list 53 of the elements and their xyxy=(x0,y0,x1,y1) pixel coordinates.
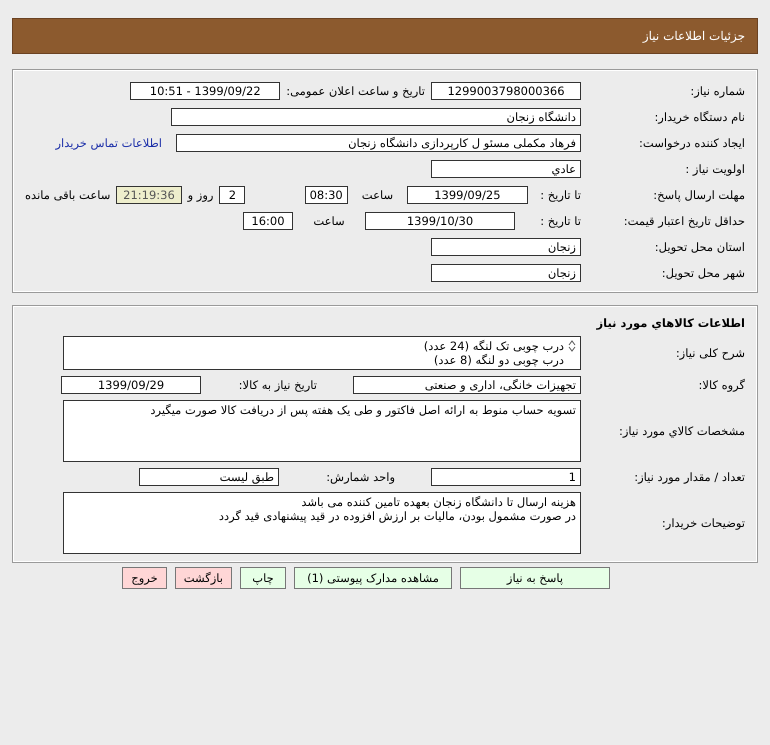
priority-field: عادي xyxy=(431,160,581,178)
page-title: جزئیات اطلاعات نیاز xyxy=(642,29,745,43)
notes-line: در صورت مشمول بودن، مالیات بر ارزش افزوده در قید پیشنهادی قید گردد xyxy=(218,509,576,523)
field-label: تاریخ نیاز به کالا: xyxy=(238,378,317,392)
field-label: تعداد / مقدار مورد نیاز: xyxy=(633,470,745,484)
field-label: حداقل تاریخ اعتبار قیمت: xyxy=(622,214,745,228)
deadline-time-field: 08:30 xyxy=(304,186,348,204)
field-label: توضیحات خریدار: xyxy=(660,516,745,530)
province-field: زنجان xyxy=(431,238,581,256)
field-label: ساعت xyxy=(312,214,346,228)
scroll-arrows-icon xyxy=(568,340,576,352)
buyer-field: دانشگاه زنجان xyxy=(171,108,581,126)
field-label: ساعت باقی مانده xyxy=(25,188,110,202)
unit-field: طبق لیست xyxy=(139,468,279,486)
specs-line: تسویه حساب منوط به ارائه اصل فاکتور و طی یک هفته پس از دریافت کالا صورت میگیرد xyxy=(149,403,576,417)
field-label: ساعت xyxy=(360,188,394,202)
field-label: روز و xyxy=(188,188,214,202)
deadline-date-field: 1399/09/25 xyxy=(407,186,528,204)
need-date-field: 1399/09/29 xyxy=(61,376,201,394)
action-button[interactable]: پاسخ به نیاز xyxy=(460,567,610,589)
quantity-field: 1 xyxy=(431,468,581,486)
days-field: 2 xyxy=(219,186,246,204)
field-label: مهلت ارسال پاسخ: xyxy=(652,188,745,202)
field-label: ایجاد کننده درخواست: xyxy=(638,136,745,150)
field-label: اولویت نیاز : xyxy=(684,162,745,176)
field-label: تا تاریخ : xyxy=(539,188,581,202)
field-label: شهر محل تحویل: xyxy=(660,266,745,280)
action-button[interactable]: بازگشت xyxy=(174,567,232,589)
field-label: شماره نیاز: xyxy=(689,84,745,98)
description-line: درب چوبی دو لنگه (8 عدد) xyxy=(432,353,564,367)
city-field: زنجان xyxy=(431,264,581,282)
announce-date-field: 1399/09/22 - 10:51 xyxy=(130,82,280,100)
field-label: نام دستگاه خریدار: xyxy=(653,110,745,124)
validity-date-field: 1399/10/30 xyxy=(365,212,515,230)
need-number-field: 1299003798000366 xyxy=(431,82,581,100)
action-button[interactable]: مشاهده مدارک پیوستی (1) xyxy=(294,567,452,589)
field-label: تا تاریخ : xyxy=(539,214,581,228)
field-label: شرح کلی نیاز: xyxy=(674,346,745,360)
notes-line: هزینه ارسال تا دانشگاه زنجان بعهده تامین کننده می باشد xyxy=(300,495,576,509)
creator-field: فرهاد مکملی مسئو ل کارپردازی دانشگاه زنجان xyxy=(176,134,581,152)
buyer-contact-link[interactable]: اطلاعات تماس خریدار xyxy=(55,136,162,150)
field-label: تاریخ و ساعت اعلان عمومی: xyxy=(286,84,425,98)
remaining-time-field: 21:19:36 xyxy=(116,186,182,204)
action-button[interactable]: چاپ xyxy=(240,567,286,589)
validity-time-field: 16:00 xyxy=(243,212,293,230)
goods-group-field: تجهیزات خانگی، اداری و صنعتی xyxy=(353,376,581,394)
section-title: اطلاعات کالاهاي مورد نياز xyxy=(595,315,745,332)
field-label: مشخصات کالاي مورد نياز: xyxy=(618,424,745,438)
description-line: درب چوبی تک لنگه (24 عدد) xyxy=(424,339,564,353)
field-label: گروه کالا: xyxy=(698,378,745,392)
action-button[interactable]: خروج xyxy=(122,567,167,589)
field-label: استان محل تحویل: xyxy=(654,240,745,254)
field-label: واحد شمارش: xyxy=(325,470,395,484)
